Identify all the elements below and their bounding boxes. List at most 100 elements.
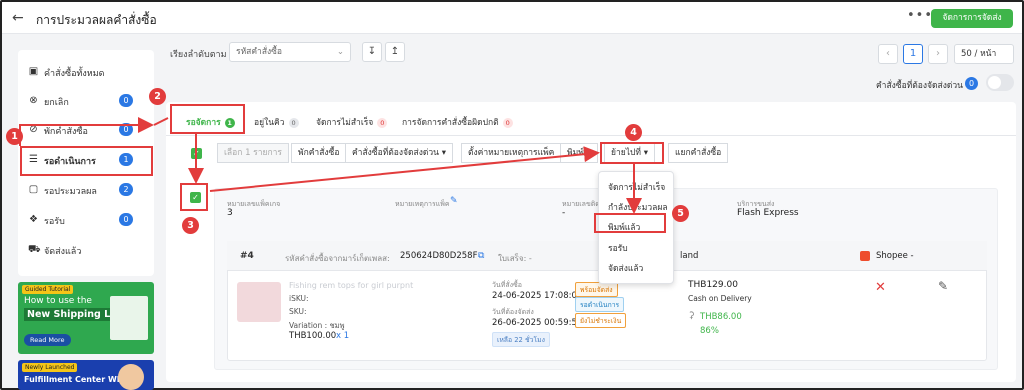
unit-price: THB100.00: [289, 331, 337, 341]
order-index: #4: [240, 251, 254, 261]
sidebar-item-label: รอรับ: [44, 217, 65, 227]
status-unpaid-badge: ยังไม่ชำระเงิน: [575, 313, 627, 328]
urgent-label: คำสั่งซื้อที่ต้องจัดส่งด่วน: [876, 81, 963, 91]
tab-count: 0: [502, 118, 513, 128]
wms-banner[interactable]: Newly Launched Fulfillment Center WMS: [18, 360, 154, 390]
tab-in-queue[interactable]: อยู่ในคิว 0: [254, 115, 299, 129]
urgent-button-label: คำสั่งซื้อที่ต้องจัดส่งด่วน: [352, 148, 439, 158]
annotation-box-sidebar: [20, 146, 153, 176]
print-button[interactable]: พิมพ์ ▾: [560, 143, 598, 163]
tracking-label: หมายเลขติด: [562, 200, 600, 208]
sidebar-item-cancelled[interactable]: ⊗ ยกเลิก 0: [18, 91, 154, 113]
sidebar-item-processing[interactable]: ▢ รอประมวลผล 2: [18, 180, 154, 202]
sidebar-item-label: พักคำสั่งซื้อ: [44, 127, 88, 137]
status-pending-badge: รอดำเนินการ: [575, 297, 625, 312]
per-page-select[interactable]: 50 / หน้า: [954, 44, 1014, 64]
split-order-button[interactable]: แยกคำสั่งซื้อ: [668, 143, 729, 163]
cancel-circle-icon: ⊗: [29, 95, 38, 106]
marketplace-id-label: รหัสคำสั่งซื้อจากมาร์เก็ตเพลส:: [285, 254, 390, 263]
product-name[interactable]: Fishing rem tops for girl purpnt: [289, 281, 413, 290]
truck-icon: ⛟: [28, 244, 41, 255]
annotation-box-tab: [170, 104, 245, 134]
order-date-label: วันที่สั่งซื้อ: [492, 281, 522, 289]
sort-select[interactable]: รหัสคำสั่งซื้อ ⌄: [229, 42, 351, 62]
tab-count: 0: [377, 118, 388, 128]
menu-item-shipped[interactable]: จัดส่งแล้ว: [608, 261, 643, 275]
payment-method: Cash on Delivery: [688, 294, 752, 303]
tab-failed[interactable]: จัดการไม่สำเร็จ 0: [316, 115, 388, 129]
count-badge: 0: [119, 94, 133, 107]
more-options-icon[interactable]: •••: [907, 8, 933, 23]
tab-count: 0: [288, 118, 299, 128]
tab-label: การจัดการคำสั่งซื้อผิดปกติ: [402, 118, 499, 128]
package-value: 3: [227, 208, 233, 218]
next-page-icon[interactable]: ›: [928, 44, 948, 64]
database-icon: ⚳: [688, 311, 695, 321]
sort-asc-icon[interactable]: ↥: [385, 42, 405, 62]
marketplace-id: 250624D80D258F: [400, 251, 478, 261]
sidebar-item-all[interactable]: ▣ คำสั่งซื้อทั้งหมด: [18, 62, 154, 84]
isku-label: iSKU:: [289, 294, 309, 303]
sort-desc-icon[interactable]: ↧: [362, 42, 382, 62]
tab-abnormal[interactable]: การจัดการคำสั่งซื้อผิดปกติ 0: [402, 115, 513, 129]
top-header: ← การประมวลผลคำสั่งซื้อ ••• จัดการการจัด…: [2, 2, 1022, 34]
order-total: THB129.00: [688, 280, 738, 290]
order-date: 24-06-2025 17:08:00: [492, 291, 583, 301]
annotation-box-printed: [594, 213, 666, 233]
invoice-label: ใบเสร็จ: -: [498, 254, 532, 263]
tracking-value: -: [562, 208, 566, 218]
tab-label: อยู่ในคิว: [254, 118, 285, 128]
sort-placeholder: รหัสคำสั่งซื้อ: [236, 47, 283, 57]
banner-line1: Fulfillment Center WMS: [24, 375, 131, 384]
ship-by-date: 26-06-2025 00:59:59: [492, 318, 583, 328]
edit-remark-icon[interactable]: ✎: [450, 196, 458, 206]
product-thumbnail: [237, 282, 281, 322]
manage-shipping-label: จัดการการจัดส่ง: [942, 13, 1002, 23]
back-arrow-icon[interactable]: ←: [12, 10, 24, 26]
sku-label: SKU:: [289, 307, 307, 316]
annotation-step-4: 4: [625, 124, 642, 141]
menu-item-processing[interactable]: กำลังประมวลผล: [608, 200, 668, 214]
copy-icon[interactable]: ⧉: [478, 251, 484, 261]
status-tabs: รอจัดการ 1 อยู่ในคิว 0 จัดการไม่สำเร็จ 0 กา…: [166, 102, 1016, 136]
urgent-order-button[interactable]: คำสั่งซื้อที่ต้องจัดส่งด่วน ▾: [345, 143, 453, 163]
select-all-checkbox[interactable]: ✓: [191, 148, 202, 159]
sidebar-item-on-hold[interactable]: ⊘ พักคำสั่งซื้อ 0: [18, 120, 154, 142]
selected-count: เลือก 1 รายการ: [217, 143, 289, 163]
country-label: land: [680, 251, 699, 261]
edit-order-icon[interactable]: ✎: [938, 279, 948, 293]
pack-remark-button[interactable]: ตั้งค่าหมายเหตุการแพ็ค: [461, 143, 562, 163]
manage-shipping-button[interactable]: จัดการการจัดส่ง: [931, 9, 1013, 28]
profit-percent: 86%: [700, 326, 719, 336]
prev-page-icon[interactable]: ‹: [878, 44, 898, 64]
menu-item-to-pickup[interactable]: รอรับ: [608, 241, 628, 255]
clipboard-icon: ▢: [28, 184, 39, 195]
menu-item-failed[interactable]: จัดการไม่สำเร็จ: [608, 180, 665, 194]
status-ready-badge: พร้อมจัดส่ง: [575, 282, 618, 297]
read-more-button[interactable]: Read More: [24, 334, 71, 346]
sidebar-item-shipped[interactable]: ⛟ จัดส่งแล้ว: [18, 240, 154, 262]
banner-line1: How to use the: [24, 296, 92, 306]
remaining-time-badge: เหลือ 22 ชั่วโมง: [492, 332, 550, 347]
annotation-step-1: 1: [6, 128, 23, 145]
hold-order-button[interactable]: พักคำสั่งซื้อ: [291, 143, 347, 163]
tutorial-banner[interactable]: Guided Tutorial How to use the New Shipp…: [18, 282, 154, 354]
sidebar-item-label: จัดส่งแล้ว: [44, 247, 82, 257]
count-badge: 0: [119, 213, 133, 226]
tab-label: จัดการไม่สำเร็จ: [316, 118, 374, 128]
chevron-down-icon: ⌄: [336, 47, 344, 57]
presenter-avatar: [118, 364, 144, 390]
cancel-order-icon[interactable]: ✕: [875, 280, 886, 295]
urgent-toggle[interactable]: [986, 74, 1014, 91]
handshake-icon: ❖: [29, 214, 38, 225]
count-badge: 2: [119, 183, 133, 196]
annotation-box-move: [600, 142, 664, 164]
sidebar-item-label: รอประมวลผล: [44, 187, 97, 197]
shipping-service-value: Flash Express: [737, 208, 799, 218]
profit-value: THB86.00: [700, 312, 742, 322]
current-page[interactable]: 1: [903, 44, 923, 64]
annotation-step-5: 5: [672, 205, 689, 222]
page-title: การประมวลผลคำสั่งซื้อ: [36, 13, 157, 27]
remark-label: หมายเหตุการแพ็ค: [395, 200, 450, 208]
sidebar-item-to-pickup[interactable]: ❖ รอรับ 0: [18, 210, 154, 232]
